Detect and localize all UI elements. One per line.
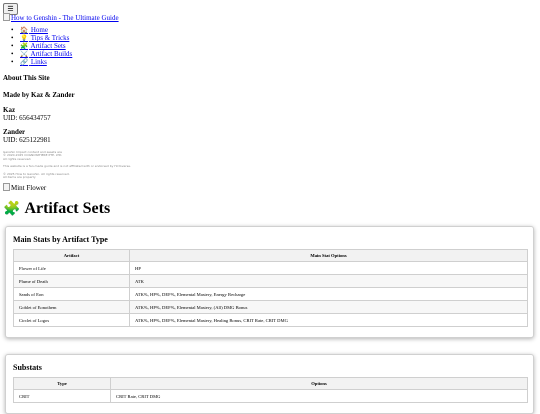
table-row: Flower of Life HP: [13, 261, 528, 275]
crossed-swords-icon: ⚔️: [20, 50, 29, 58]
lightbulb-icon: 💡: [20, 34, 29, 42]
table-row: Sands of Eon ATK%, HP%, DEF%, Elemental …: [13, 287, 528, 301]
nav-label-artifact-builds: Artifact Builds: [30, 50, 73, 58]
table-row: Plume of Death ATK: [13, 274, 528, 288]
artifact-cell: Plume of Death: [13, 274, 130, 288]
nav-link-artifact-sets[interactable]: 🧩 Artifact Sets: [20, 42, 66, 50]
home-icon: 🏠: [20, 26, 29, 34]
stat-options-cell: ATK: [129, 274, 528, 288]
artifact-cell: Flower of Life: [13, 261, 130, 275]
table-header-row: Type Options: [13, 377, 528, 390]
column-header: Type: [13, 377, 111, 390]
fine-print-line: All rights reserved.: [3, 156, 32, 161]
puzzle-piece-icon: 🧩: [20, 42, 29, 50]
nav-item-home: 🏠 Home: [8, 26, 72, 34]
nav-link-artifact-builds[interactable]: ⚔️ Artifact Builds: [20, 50, 72, 58]
nav-label-tips: Tips & Tricks: [30, 34, 70, 42]
person-kaz: Kaz UID: 656434757: [3, 106, 51, 122]
nav-item-artifact-sets: 🧩 Artifact Sets: [8, 42, 72, 50]
broken-image-icon: [3, 13, 10, 21]
stat-options-cell: ATK%, HP%, DEF%, Elemental Mastery, Ener…: [129, 287, 528, 301]
artifact-cell: Circlet of Logos: [13, 313, 130, 327]
fine-print-line: This website is a fan-made guide and is …: [3, 164, 131, 168]
person-uid: UID: 625122981: [3, 136, 51, 144]
nav-link-home[interactable]: 🏠 Home: [20, 26, 48, 34]
image-alt-text: Mint Flower: [11, 184, 47, 192]
hamburger-icon: ☰: [7, 5, 14, 13]
substat-options-cell: CRIT Rate, CRIT DMG: [110, 389, 528, 403]
stat-options-cell: HP: [129, 261, 528, 275]
nav-label-artifact-sets: Artifact Sets: [30, 42, 66, 50]
table-row: CRIT CRIT Rate, CRIT DMG: [13, 389, 528, 403]
nav-item-links: 🔗 Links: [8, 58, 72, 66]
substats-heading: Substats: [13, 363, 42, 372]
artifact-cell: Sands of Eon: [13, 287, 130, 301]
person-zander: Zander UID: 625122981: [3, 128, 51, 144]
table-row: Goblet of Eonothem ATK%, HP%, DEF%, Elem…: [13, 300, 528, 314]
column-header: Options: [110, 377, 528, 390]
about-heading: About This Site: [3, 74, 50, 82]
main-stats-card: Main Stats by Artifact Type Artifact Mai…: [5, 226, 534, 338]
table-row: Circlet of Logos ATK%, HP%, DEF%, Elemen…: [13, 313, 528, 327]
copyright-notice: Genshin Impact content and assets are © …: [3, 150, 62, 161]
puzzle-piece-icon: 🧩: [3, 201, 21, 217]
stat-options-cell: ATK%, HP%, DEF%, Elemental Mastery, (All…: [129, 300, 528, 314]
nav-link-tips[interactable]: 💡 Tips & Tricks: [20, 34, 69, 42]
page-title: 🧩 Artifact Sets: [3, 199, 110, 219]
made-by-heading: Made by Kaz & Zander: [3, 91, 75, 99]
main-nav: 🏠 Home 💡 Tips & Tricks 🧩 Artifact Sets ⚔…: [8, 26, 72, 66]
substats-card: Substats Type Options CRIT CRIT Rate, CR…: [5, 354, 534, 414]
site-logo-alt-text[interactable]: How to Genshin - The Ultimate Guide: [11, 14, 119, 22]
person-name: Zander: [3, 128, 26, 136]
nav-item-artifact-builds: ⚔️ Artifact Builds: [8, 50, 72, 58]
column-header: Artifact: [13, 249, 130, 262]
link-icon: 🔗: [20, 58, 29, 66]
nav-label-links: Links: [30, 58, 47, 66]
fine-print-line: All items are property: [3, 175, 36, 180]
page-title-text: Artifact Sets: [24, 200, 111, 217]
broken-image-icon: [3, 183, 10, 191]
substat-type-cell: CRIT: [13, 389, 111, 403]
main-stats-heading: Main Stats by Artifact Type: [13, 235, 108, 244]
rights-notice: © 2025 How to Genshin. All rights reserv…: [3, 172, 70, 180]
mint-flower-image: Mint Flower: [3, 183, 46, 192]
main-stats-table: Artifact Main Stat Options Flower of Lif…: [13, 249, 528, 327]
nav-label-home: Home: [30, 26, 48, 34]
person-name: Kaz: [3, 106, 16, 114]
substats-table: Type Options CRIT CRIT Rate, CRIT DMG: [13, 377, 528, 403]
person-uid: UID: 656434757: [3, 114, 51, 122]
nav-item-tips: 💡 Tips & Tricks: [8, 34, 72, 42]
artifact-cell: Goblet of Eonothem: [13, 300, 130, 314]
stat-options-cell: ATK%, HP%, DEF%, Elemental Mastery, Heal…: [129, 313, 528, 327]
site-logo-link[interactable]: How to Genshin - The Ultimate Guide: [3, 13, 119, 22]
table-header-row: Artifact Main Stat Options: [13, 249, 528, 262]
nav-link-links[interactable]: 🔗 Links: [20, 58, 47, 66]
disclaimer-notice: This website is a fan-made guide and is …: [3, 164, 131, 168]
column-header: Main Stat Options: [129, 249, 528, 262]
